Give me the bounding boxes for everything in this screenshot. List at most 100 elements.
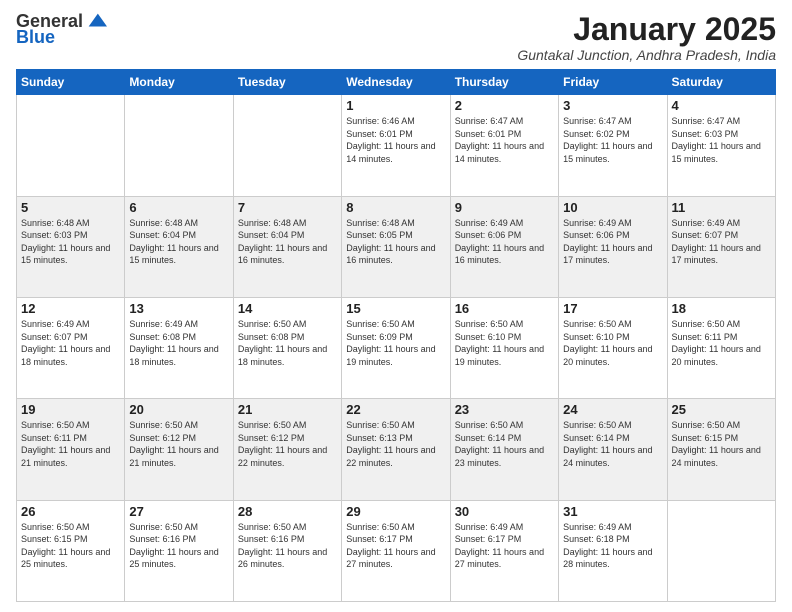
day-info: Sunrise: 6:50 AM Sunset: 6:11 PM Dayligh… <box>21 419 120 469</box>
day-info: Sunrise: 6:49 AM Sunset: 6:06 PM Dayligh… <box>563 217 662 267</box>
day-number: 23 <box>455 402 554 417</box>
calendar-header-row: Sunday Monday Tuesday Wednesday Thursday… <box>17 70 776 95</box>
calendar-week-row: 19 Sunrise: 6:50 AM Sunset: 6:11 PM Dayli… <box>17 399 776 500</box>
day-info: Sunrise: 6:50 AM Sunset: 6:14 PM Dayligh… <box>455 419 554 469</box>
day-info: Sunrise: 6:50 AM Sunset: 6:16 PM Dayligh… <box>238 521 337 571</box>
table-row: 28 Sunrise: 6:50 AM Sunset: 6:16 PM Dayli… <box>233 500 341 601</box>
table-row <box>233 95 341 196</box>
day-info: Sunrise: 6:49 AM Sunset: 6:07 PM Dayligh… <box>21 318 120 368</box>
day-number: 1 <box>346 98 445 113</box>
day-info: Sunrise: 6:47 AM Sunset: 6:03 PM Dayligh… <box>672 115 771 165</box>
day-info: Sunrise: 6:50 AM Sunset: 6:13 PM Dayligh… <box>346 419 445 469</box>
calendar-week-row: 5Sunrise: 6:48 AM Sunset: 6:03 PM Daylig… <box>17 196 776 297</box>
day-number: 11 <box>672 200 771 215</box>
day-number: 10 <box>563 200 662 215</box>
day-number: 2 <box>455 98 554 113</box>
header: General Blue January 2025 Guntakal Junct… <box>16 12 776 63</box>
table-row: 27Sunrise: 6:50 AM Sunset: 6:16 PM Dayli… <box>125 500 233 601</box>
table-row: 10 Sunrise: 6:49 AM Sunset: 6:06 PM Dayli… <box>559 196 667 297</box>
table-row: 6Sunrise: 6:48 AM Sunset: 6:04 PM Daylig… <box>125 196 233 297</box>
day-info: Sunrise: 6:50 AM Sunset: 6:09 PM Dayligh… <box>346 318 445 368</box>
header-wednesday: Wednesday <box>342 70 450 95</box>
day-info: Sunrise: 6:50 AM Sunset: 6:15 PM Dayligh… <box>672 419 771 469</box>
table-row: 22 Sunrise: 6:50 AM Sunset: 6:13 PM Dayli… <box>342 399 450 500</box>
day-info: Sunrise: 6:50 AM Sunset: 6:14 PM Dayligh… <box>563 419 662 469</box>
location: Guntakal Junction, Andhra Pradesh, India <box>517 47 776 63</box>
calendar-table: Sunday Monday Tuesday Wednesday Thursday… <box>16 69 776 602</box>
day-info: Sunrise: 6:49 AM Sunset: 6:08 PM Dayligh… <box>129 318 228 368</box>
header-monday: Monday <box>125 70 233 95</box>
day-number: 25 <box>672 402 771 417</box>
day-info: Sunrise: 6:50 AM Sunset: 6:17 PM Dayligh… <box>346 521 445 571</box>
table-row: 14Sunrise: 6:50 AM Sunset: 6:08 PM Dayli… <box>233 297 341 398</box>
table-row: 15 Sunrise: 6:50 AM Sunset: 6:09 PM Dayli… <box>342 297 450 398</box>
day-info: Sunrise: 6:50 AM Sunset: 6:12 PM Dayligh… <box>238 419 337 469</box>
title-section: January 2025 Guntakal Junction, Andhra P… <box>517 12 776 63</box>
logo-blue-text: Blue <box>16 27 55 47</box>
day-number: 27 <box>129 504 228 519</box>
day-info: Sunrise: 6:48 AM Sunset: 6:04 PM Dayligh… <box>238 217 337 267</box>
day-number: 12 <box>21 301 120 316</box>
header-sunday: Sunday <box>17 70 125 95</box>
table-row <box>667 500 775 601</box>
table-row: 20Sunrise: 6:50 AM Sunset: 6:12 PM Dayli… <box>125 399 233 500</box>
day-info: Sunrise: 6:47 AM Sunset: 6:02 PM Dayligh… <box>563 115 662 165</box>
day-info: Sunrise: 6:50 AM Sunset: 6:11 PM Dayligh… <box>672 318 771 368</box>
day-info: Sunrise: 6:46 AM Sunset: 6:01 PM Dayligh… <box>346 115 445 165</box>
table-row: 4 Sunrise: 6:47 AM Sunset: 6:03 PM Daylig… <box>667 95 775 196</box>
day-info: Sunrise: 6:49 AM Sunset: 6:06 PM Dayligh… <box>455 217 554 267</box>
table-row: 3 Sunrise: 6:47 AM Sunset: 6:02 PM Daylig… <box>559 95 667 196</box>
day-number: 18 <box>672 301 771 316</box>
day-info: Sunrise: 6:48 AM Sunset: 6:03 PM Dayligh… <box>21 217 120 267</box>
table-row: 23 Sunrise: 6:50 AM Sunset: 6:14 PM Dayli… <box>450 399 558 500</box>
day-info: Sunrise: 6:50 AM Sunset: 6:12 PM Dayligh… <box>129 419 228 469</box>
day-number: 13 <box>129 301 228 316</box>
day-info: Sunrise: 6:50 AM Sunset: 6:10 PM Dayligh… <box>455 318 554 368</box>
table-row <box>125 95 233 196</box>
day-number: 17 <box>563 301 662 316</box>
day-number: 4 <box>672 98 771 113</box>
table-row: 21Sunrise: 6:50 AM Sunset: 6:12 PM Dayli… <box>233 399 341 500</box>
page: General Blue January 2025 Guntakal Junct… <box>0 0 792 612</box>
logo: General Blue <box>16 12 107 48</box>
calendar-week-row: 12 Sunrise: 6:49 AM Sunset: 6:07 PM Dayli… <box>17 297 776 398</box>
day-number: 16 <box>455 301 554 316</box>
day-info: Sunrise: 6:47 AM Sunset: 6:01 PM Dayligh… <box>455 115 554 165</box>
day-number: 22 <box>346 402 445 417</box>
logo-icon <box>85 10 107 32</box>
table-row: 26Sunrise: 6:50 AM Sunset: 6:15 PM Dayli… <box>17 500 125 601</box>
day-info: Sunrise: 6:49 AM Sunset: 6:07 PM Dayligh… <box>672 217 771 267</box>
day-number: 8 <box>346 200 445 215</box>
day-info: Sunrise: 6:49 AM Sunset: 6:18 PM Dayligh… <box>563 521 662 571</box>
day-info: Sunrise: 6:48 AM Sunset: 6:05 PM Dayligh… <box>346 217 445 267</box>
table-row: 5Sunrise: 6:48 AM Sunset: 6:03 PM Daylig… <box>17 196 125 297</box>
day-info: Sunrise: 6:50 AM Sunset: 6:15 PM Dayligh… <box>21 521 120 571</box>
table-row: 18 Sunrise: 6:50 AM Sunset: 6:11 PM Dayli… <box>667 297 775 398</box>
day-number: 3 <box>563 98 662 113</box>
table-row: 7 Sunrise: 6:48 AM Sunset: 6:04 PM Daylig… <box>233 196 341 297</box>
day-number: 14 <box>238 301 337 316</box>
table-row: 17 Sunrise: 6:50 AM Sunset: 6:10 PM Dayli… <box>559 297 667 398</box>
table-row: 13 Sunrise: 6:49 AM Sunset: 6:08 PM Dayli… <box>125 297 233 398</box>
table-row: 8 Sunrise: 6:48 AM Sunset: 6:05 PM Daylig… <box>342 196 450 297</box>
month-title: January 2025 <box>517 12 776 47</box>
day-number: 6 <box>129 200 228 215</box>
day-number: 9 <box>455 200 554 215</box>
day-number: 28 <box>238 504 337 519</box>
table-row: 16 Sunrise: 6:50 AM Sunset: 6:10 PM Dayli… <box>450 297 558 398</box>
table-row: 30 Sunrise: 6:49 AM Sunset: 6:17 PM Dayli… <box>450 500 558 601</box>
day-number: 30 <box>455 504 554 519</box>
table-row <box>17 95 125 196</box>
table-row: 9 Sunrise: 6:49 AM Sunset: 6:06 PM Daylig… <box>450 196 558 297</box>
day-info: Sunrise: 6:49 AM Sunset: 6:17 PM Dayligh… <box>455 521 554 571</box>
day-number: 19 <box>21 402 120 417</box>
table-row: 31 Sunrise: 6:49 AM Sunset: 6:18 PM Dayli… <box>559 500 667 601</box>
day-info: Sunrise: 6:50 AM Sunset: 6:10 PM Dayligh… <box>563 318 662 368</box>
day-number: 29 <box>346 504 445 519</box>
day-number: 31 <box>563 504 662 519</box>
day-number: 15 <box>346 301 445 316</box>
day-number: 7 <box>238 200 337 215</box>
header-friday: Friday <box>559 70 667 95</box>
header-saturday: Saturday <box>667 70 775 95</box>
table-row: 24Sunrise: 6:50 AM Sunset: 6:14 PM Dayli… <box>559 399 667 500</box>
